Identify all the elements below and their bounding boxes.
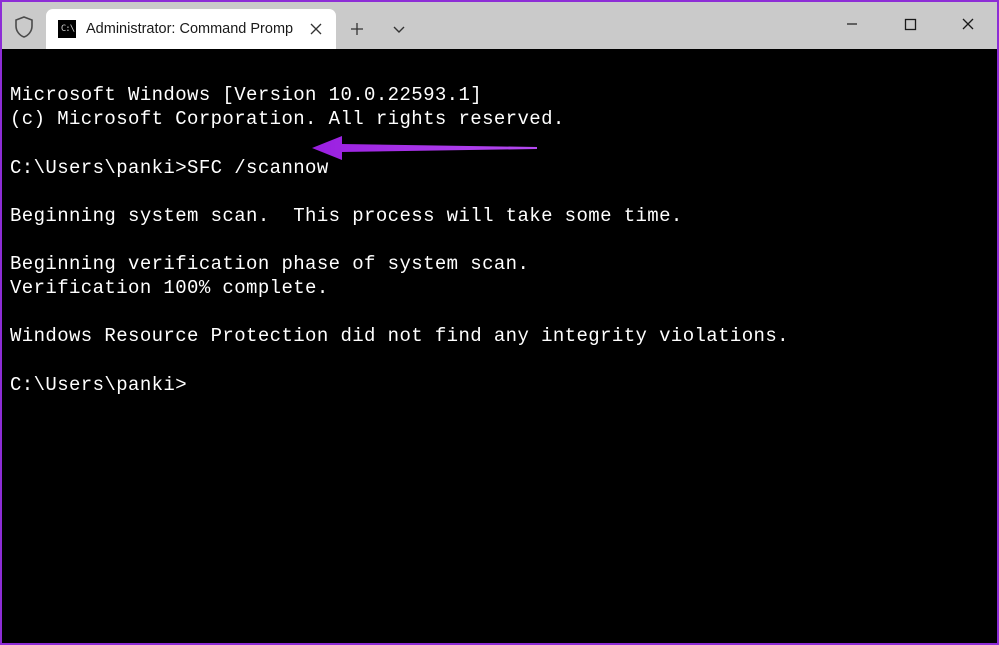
minimize-button[interactable] [823, 4, 881, 44]
titlebar: C:\ Administrator: Command Promp [2, 2, 997, 49]
terminal-line: Beginning verification phase of system s… [10, 253, 529, 275]
window-controls [823, 2, 997, 49]
terminal-line: (c) Microsoft Corporation. All rights re… [10, 108, 565, 130]
cmd-icon: C:\ [58, 20, 76, 38]
terminal-line: Beginning system scan. This process will… [10, 205, 683, 227]
maximize-button[interactable] [881, 4, 939, 44]
terminal-command: SFC /scannow [187, 157, 329, 179]
new-tab-button[interactable] [336, 10, 378, 48]
tab-close-button[interactable] [306, 19, 326, 39]
tabbar-actions [336, 4, 420, 48]
plus-icon [350, 22, 364, 36]
terminal-prompt: C:\Users\panki> [10, 374, 187, 396]
maximize-icon [904, 18, 917, 31]
terminal-line: Verification 100% complete. [10, 277, 329, 299]
titlebar-drag-region[interactable] [420, 2, 823, 49]
terminal-line: Microsoft Windows [Version 10.0.22593.1] [10, 84, 482, 106]
minimize-icon [845, 17, 859, 31]
titlebar-left: C:\ Administrator: Command Promp [2, 2, 420, 49]
close-window-button[interactable] [939, 4, 997, 44]
close-icon [961, 17, 975, 31]
tab-title: Administrator: Command Promp [86, 21, 296, 37]
chevron-down-icon [392, 24, 406, 34]
tab-dropdown-button[interactable] [378, 10, 420, 48]
terminal-prompt: C:\Users\panki> [10, 157, 187, 179]
terminal-area[interactable]: Microsoft Windows [Version 10.0.22593.1]… [2, 49, 997, 643]
active-tab[interactable]: C:\ Administrator: Command Promp [46, 9, 336, 49]
terminal-line: Windows Resource Protection did not find… [10, 325, 789, 347]
close-icon [310, 23, 322, 35]
annotation-arrow-icon [312, 133, 542, 163]
shield-icon [2, 14, 46, 38]
